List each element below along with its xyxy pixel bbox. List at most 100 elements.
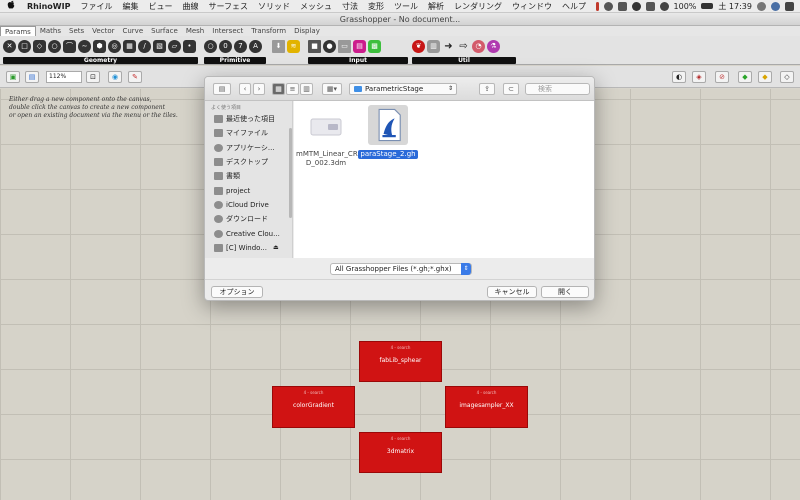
- sidebar-toggle-icon[interactable]: ▤: [213, 83, 231, 95]
- shaded-icon[interactable]: ◆: [758, 71, 772, 83]
- sidebar-item-project[interactable]: project: [205, 183, 292, 197]
- sketch-brush-icon[interactable]: ✎: [128, 71, 142, 83]
- battery-icon[interactable]: [701, 3, 714, 9]
- preview-mode-icon[interactable]: ◐: [672, 71, 686, 83]
- tab-intersect[interactable]: Intersect: [208, 26, 247, 36]
- menu-view[interactable]: ビュー: [143, 1, 177, 12]
- menu-edit[interactable]: 編集: [117, 1, 143, 12]
- selected-only-icon[interactable]: ⊘: [715, 71, 729, 83]
- sidebar-item-downloads[interactable]: ダウンロード: [205, 212, 292, 226]
- curve-icon[interactable]: ∼: [78, 39, 91, 53]
- galapagos-icon[interactable]: ◔: [472, 39, 485, 53]
- tab-vector[interactable]: Vector: [88, 26, 118, 36]
- line-icon[interactable]: /: [138, 39, 151, 53]
- menu-analyze[interactable]: 解析: [423, 1, 449, 12]
- save-param-icon[interactable]: ■: [308, 39, 321, 53]
- arrow-outline-icon[interactable]: ⇨: [457, 40, 470, 53]
- box-icon[interactable]: □: [18, 39, 31, 53]
- brep-icon[interactable]: ◇: [33, 39, 46, 53]
- menu-help[interactable]: ヘルプ: [557, 1, 591, 12]
- rhino-status-icon[interactable]: [595, 1, 599, 11]
- tab-sets[interactable]: Sets: [65, 26, 88, 36]
- eject-icon[interactable]: ⏏: [273, 244, 279, 251]
- integer-param-icon[interactable]: 7: [234, 39, 247, 53]
- zoom-extents-icon[interactable]: ⊡: [86, 71, 100, 83]
- geometry-cancel-icon[interactable]: ✕: [3, 39, 16, 53]
- cancel-button[interactable]: キャンセル: [487, 286, 537, 298]
- menubar-clock[interactable]: 土 17:39: [718, 1, 752, 12]
- number-icon[interactable]: 0: [219, 39, 232, 53]
- open-file-icon[interactable]: ▣: [6, 71, 20, 83]
- sidebar-item-icloud[interactable]: iCloud Drive: [205, 198, 292, 212]
- menu-dimension[interactable]: 寸法: [337, 1, 363, 12]
- tab-curve[interactable]: Curve: [118, 26, 147, 36]
- menu-transform[interactable]: 変形: [363, 1, 389, 12]
- sidebar-item-myfiles[interactable]: マイファイル: [205, 126, 292, 140]
- node-imagesampler[interactable]: 4 - search imagesampler_XX: [445, 386, 528, 428]
- boolean-icon[interactable]: ○: [204, 39, 217, 53]
- gradient-dot-icon[interactable]: ●: [323, 39, 336, 53]
- arrow-right-icon[interactable]: ➜: [442, 40, 455, 53]
- point-icon[interactable]: •: [183, 39, 196, 53]
- circle-icon[interactable]: ○: [48, 39, 61, 53]
- options-button[interactable]: オプション: [211, 286, 263, 298]
- user-icon[interactable]: [771, 1, 780, 11]
- search-field[interactable]: 検索: [525, 83, 590, 95]
- arc-icon[interactable]: ⌒: [63, 39, 76, 53]
- menu-curve[interactable]: 曲線: [177, 1, 203, 12]
- share-icon[interactable]: ⇪: [479, 83, 495, 95]
- sidebar-item-windows[interactable]: [C] Windo... ⏏: [205, 241, 292, 255]
- wire-icon[interactable]: ◇: [780, 71, 794, 83]
- menu-render[interactable]: レンダリング: [449, 1, 507, 12]
- wifi-icon[interactable]: [659, 1, 669, 11]
- sidebar-item-desktop[interactable]: デスクトップ: [205, 155, 292, 169]
- sidebar-item-applications[interactable]: アプリケーシ...: [205, 141, 292, 155]
- menu-window[interactable]: ウィンドウ: [507, 1, 557, 12]
- menu-rhinowip[interactable]: RhinoWIP: [22, 2, 75, 11]
- apple-icon[interactable]: [0, 0, 22, 12]
- menu-tools[interactable]: ツール: [389, 1, 423, 12]
- display-mode-icon[interactable]: ◈: [692, 71, 706, 83]
- color-swatch-icon[interactable]: ▤: [353, 39, 366, 53]
- group-icon[interactable]: ◎: [108, 39, 121, 53]
- node-colorgradient[interactable]: 4 - search colorGradient: [272, 386, 355, 428]
- app-icon[interactable]: [617, 1, 627, 11]
- icon-view-icon[interactable]: ▦: [272, 83, 285, 95]
- timemachine-icon[interactable]: [631, 1, 641, 11]
- menu-mesh[interactable]: メッシュ: [295, 1, 337, 12]
- tab-surface[interactable]: Surface: [147, 26, 182, 36]
- forward-icon[interactable]: ›: [253, 83, 265, 95]
- file-format-popup[interactable]: All Grasshopper Files (*.gh;*.ghx) ⇕: [330, 263, 472, 275]
- cluster-icon[interactable]: ▥: [427, 39, 440, 53]
- zoom-select[interactable]: 112%: [46, 71, 82, 83]
- tab-display[interactable]: Display: [290, 26, 324, 36]
- mesh-icon[interactable]: ▧: [153, 39, 166, 53]
- tab-maths[interactable]: Maths: [36, 26, 65, 36]
- dropbox-icon[interactable]: [645, 1, 655, 11]
- menu-solid[interactable]: ソリッド: [253, 1, 295, 12]
- file-item[interactable]: mMTM_Linear_CR D_002.3dm: [296, 109, 358, 168]
- bake-icon[interactable]: ◆: [738, 71, 752, 83]
- rss-icon[interactable]: ≋: [287, 39, 300, 53]
- menu-file[interactable]: ファイル: [75, 1, 117, 12]
- sidebar-item-documents[interactable]: 書類: [205, 169, 292, 183]
- flask-icon[interactable]: ⚗: [487, 39, 500, 53]
- tab-transform[interactable]: Transform: [247, 26, 290, 36]
- tab-mesh[interactable]: Mesh: [182, 26, 208, 36]
- gallery-view-icon[interactable]: ▦▾: [322, 83, 342, 95]
- image-icon[interactable]: ▩: [368, 39, 381, 53]
- list-icon[interactable]: [785, 1, 794, 11]
- node-3dmatrix[interactable]: 4 - search 3dmatrix: [359, 432, 442, 473]
- column-view-icon[interactable]: ▥: [300, 83, 313, 95]
- preview-eye-icon[interactable]: ◉: [108, 71, 122, 83]
- sidebar-scrollbar[interactable]: [289, 128, 292, 218]
- sidebar-item-creative-cloud[interactable]: Creative Clou...: [205, 226, 292, 240]
- text-param-icon[interactable]: A: [249, 39, 262, 53]
- integer-icon[interactable]: ▦: [123, 39, 136, 53]
- cherries-icon[interactable]: ❦: [412, 39, 425, 53]
- open-button[interactable]: 開く: [541, 286, 589, 298]
- tag-icon[interactable]: ⊂: [503, 83, 519, 95]
- sync-icon[interactable]: [603, 1, 613, 11]
- geometry-icon[interactable]: ⬢: [93, 39, 106, 53]
- node-fablib-sphear[interactable]: 4 - search fabLib_sphear: [359, 341, 442, 382]
